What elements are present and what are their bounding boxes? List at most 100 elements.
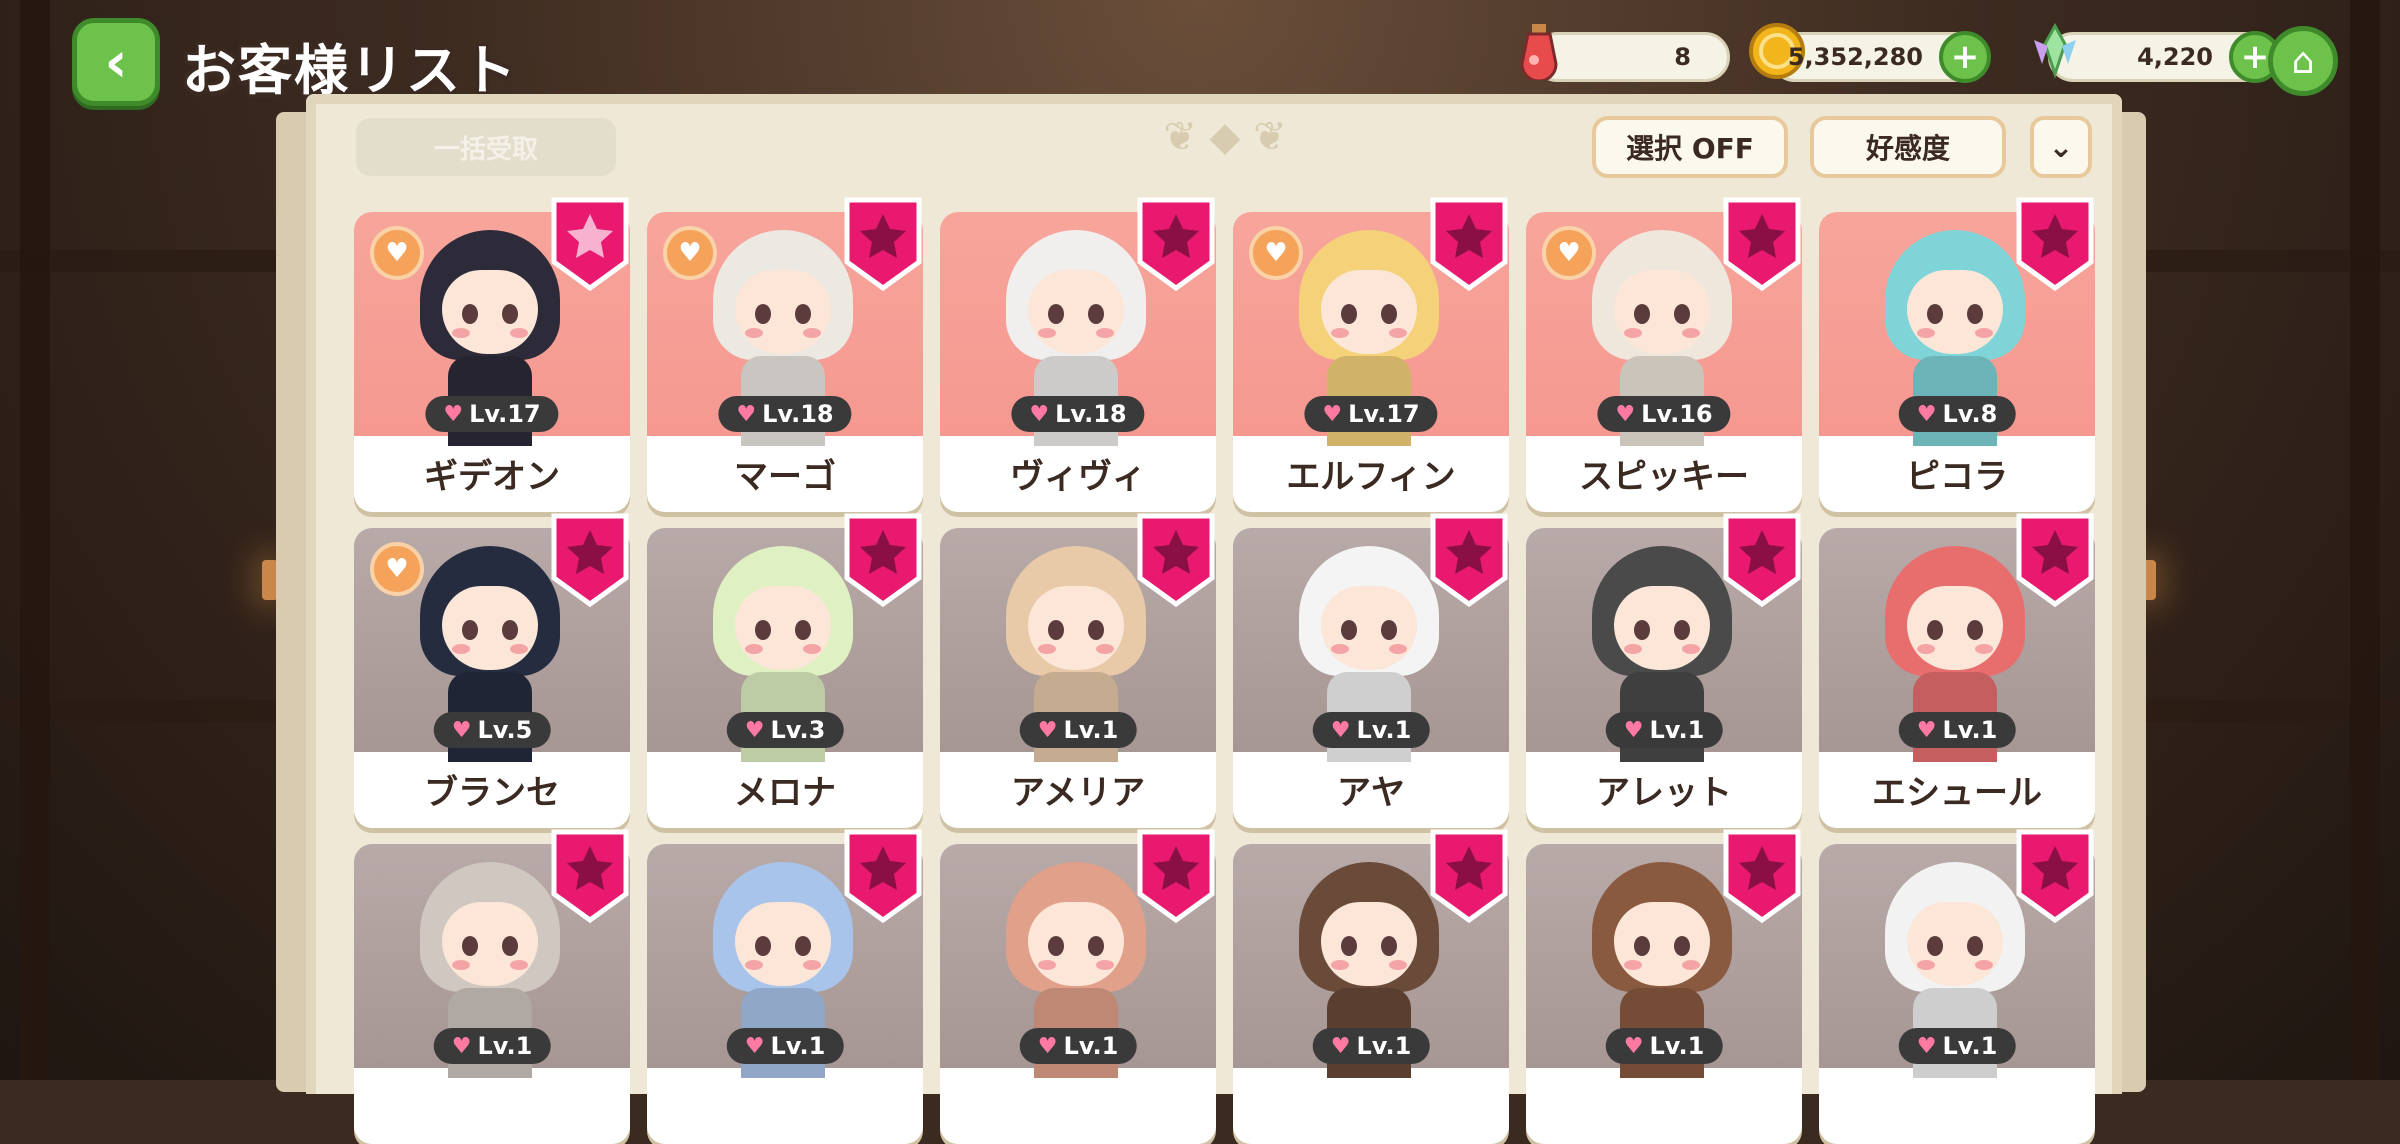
home-button[interactable]: ⌂ [2268,26,2338,96]
rank-star-badge-icon [1136,828,1216,924]
level-badge: ♥ Lv.1 [1312,1028,1430,1064]
favorite-heart-icon[interactable]: ♥ [1542,226,1596,280]
customer-name [1233,1070,1509,1140]
level-badge: ♥ Lv.16 [1597,396,1731,432]
select-toggle-button[interactable]: 選択 OFF [1592,116,1788,178]
coin-value: 5,352,280 [1787,43,1923,71]
level-text: Lv.1 [1356,1032,1412,1060]
level-badge: ♥ Lv.1 [1019,1028,1137,1064]
level-text: Lv.1 [1063,1032,1119,1060]
customer-name: ヴィヴィ [1010,456,1146,497]
customer-name: アヤ [1337,772,1405,813]
level-text: Lv.1 [770,1032,826,1060]
heart-icon: ♥ [1623,1033,1644,1059]
rank-star-badge-icon [1429,196,1509,292]
level-badge: ♥ Lv.17 [425,396,559,432]
customer-name: スピッキー [1579,456,1749,497]
favorite-heart-icon[interactable]: ♥ [663,226,717,280]
heart-icon: ♥ [443,401,464,427]
expand-sort-button[interactable]: ⌄ [2030,116,2092,178]
customer-name: ギデオン [424,456,560,497]
level-text: Lv.1 [1942,716,1998,744]
background-post [2350,0,2380,1080]
customer-name: マーゴ [734,456,836,497]
rank-star-badge-icon [1722,196,1802,292]
level-text: Lv.17 [469,400,541,428]
favorite-heart-icon[interactable]: ♥ [370,542,424,596]
heart-icon: ♥ [744,717,765,743]
level-badge: ♥ Lv.8 [1898,396,2016,432]
rank-star-badge-icon [1136,512,1216,608]
level-text: Lv.1 [1063,716,1119,744]
crystal-counter: 4,220 + [2034,22,2281,83]
potion-counter: 8 [1520,24,1730,82]
customer-name: ピコラ [1906,456,2008,497]
add-coins-button[interactable]: + [1939,31,1991,83]
level-badge: ♥ Lv.1 [1605,1028,1723,1064]
customer-name: エシュール [1872,772,2042,813]
heart-icon: ♥ [1615,401,1636,427]
crystal-icon [2025,21,2085,81]
heart-icon: ♥ [1330,1033,1351,1059]
level-badge: ♥ Lv.18 [718,396,852,432]
level-badge: ♥ Lv.1 [1898,1028,2016,1064]
heart-icon: ♥ [1916,1033,1937,1059]
level-badge: ♥ Lv.1 [726,1028,844,1064]
customer-name [1526,1070,1802,1140]
rank-star-badge-icon [550,196,630,292]
level-badge: ♥ Lv.1 [1312,712,1430,748]
heart-icon: ♥ [1330,717,1351,743]
level-text: Lv.1 [1649,716,1705,744]
level-text: Lv.3 [770,716,826,744]
customer-name: ブランセ [424,772,560,813]
panel-ornament: ❦ ◆ ❦ [1163,114,1287,160]
heart-icon: ♥ [1029,401,1050,427]
rank-star-badge-icon [2015,196,2095,292]
level-text: Lv.1 [1942,1032,1998,1060]
back-button[interactable]: ‹ [72,18,160,106]
heart-icon: ♥ [1916,717,1937,743]
heart-icon: ♥ [1322,401,1343,427]
favorite-heart-icon[interactable]: ♥ [370,226,424,280]
heart-icon: ♥ [744,1033,765,1059]
heart-icon: ♥ [1623,717,1644,743]
level-text: Lv.1 [1356,716,1412,744]
level-text: Lv.18 [1055,400,1127,428]
rank-star-badge-icon [2015,828,2095,924]
sort-affinity-button[interactable]: 好感度 [1810,116,2006,178]
home-icon: ⌂ [2291,40,2315,82]
customer-name: アメリア [1010,772,1146,813]
level-text: Lv.1 [477,1032,533,1060]
background-post [20,0,50,1080]
rank-star-badge-icon [2015,512,2095,608]
heart-icon: ♥ [736,401,757,427]
customer-name: メロナ [734,772,836,813]
favorite-heart-icon[interactable]: ♥ [1249,226,1303,280]
plus-icon: + [2240,37,2270,77]
plus-icon: + [1950,37,1980,77]
rank-star-badge-icon [843,512,923,608]
rank-star-badge-icon [550,828,630,924]
potion-value: 8 [1674,43,1691,71]
level-badge: ♥ Lv.18 [1011,396,1145,432]
level-text: Lv.17 [1348,400,1420,428]
level-badge: ♥ Lv.17 [1304,396,1438,432]
bulk-receive-button[interactable]: 一括受取 [356,118,616,176]
heart-icon: ♥ [1037,717,1058,743]
heart-icon: ♥ [451,717,472,743]
rank-star-badge-icon [843,828,923,924]
rank-star-badge-icon [843,196,923,292]
level-text: Lv.16 [1641,400,1713,428]
rank-star-badge-icon [1722,828,1802,924]
potion-icon [1509,21,1569,81]
level-badge: ♥ Lv.3 [726,712,844,748]
level-badge: ♥ Lv.1 [1019,712,1137,748]
level-badge: ♥ Lv.1 [1605,712,1723,748]
level-badge: ♥ Lv.1 [433,1028,551,1064]
level-badge: ♥ Lv.1 [1898,712,2016,748]
rank-star-badge-icon [550,512,630,608]
level-text: Lv.8 [1942,400,1998,428]
customer-name: アレット [1596,772,1732,813]
chevron-left-icon: ‹ [104,29,128,95]
chevron-double-down-icon: ⌄ [2048,129,2074,165]
